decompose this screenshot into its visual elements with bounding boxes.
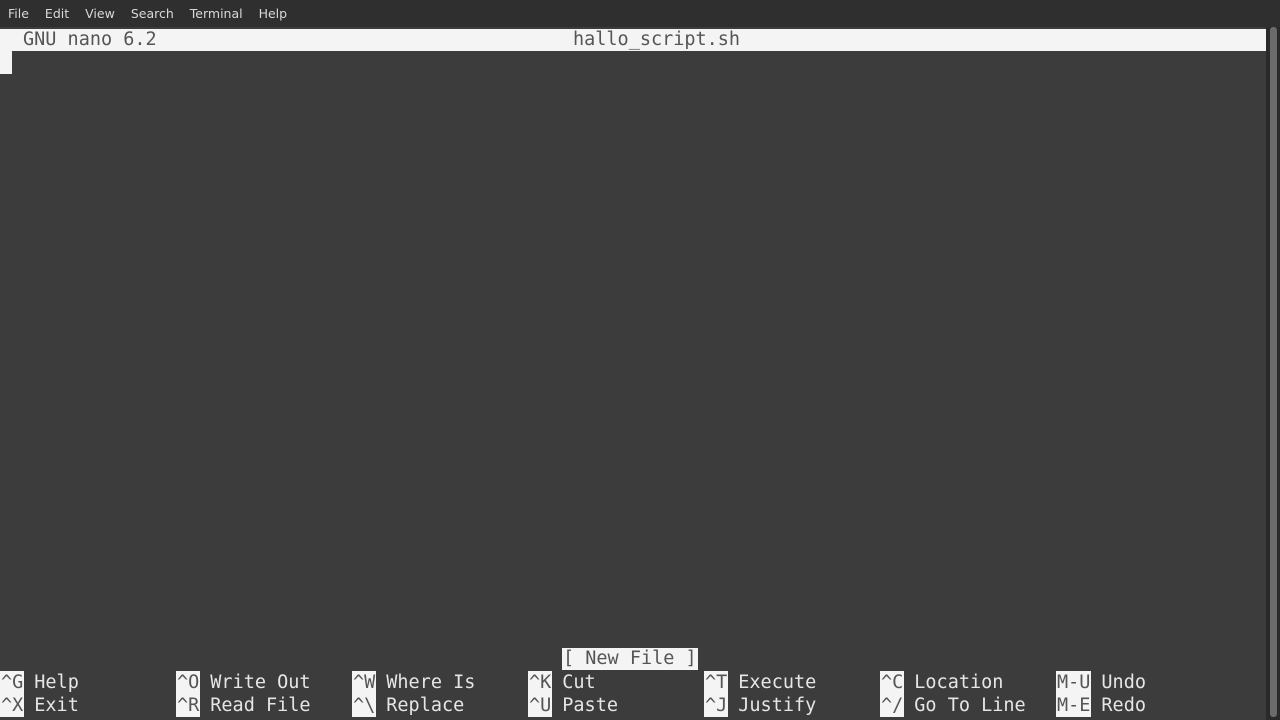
status-message: [ New File ] — [562, 648, 698, 670]
shortcut-label: Read File — [210, 695, 311, 716]
shortcut-label: Undo — [1101, 672, 1146, 693]
shortcut-key: ^J — [704, 694, 729, 717]
shortcut-label: Write Out — [210, 672, 311, 693]
shortcut-key: ^U — [528, 694, 553, 717]
shortcut-location[interactable]: ^C Location — [880, 671, 1003, 694]
terminal-scrollbar[interactable] — [1266, 27, 1280, 720]
shortcut-paste[interactable]: ^U Paste — [528, 694, 618, 717]
shortcut-label: Exit — [34, 695, 79, 716]
shortcut-where-is[interactable]: ^W Where Is — [352, 671, 475, 694]
terminal-window: File Edit View Search Terminal Help GNU … — [0, 0, 1280, 720]
shortcut-justify[interactable]: ^J Justify — [704, 694, 816, 717]
nano-title-bar: GNU nano 6.2 hallo_script.sh — [0, 29, 1266, 51]
shortcut-go-to-line[interactable]: ^/ Go To Line — [880, 694, 1026, 717]
menu-edit[interactable]: Edit — [37, 6, 77, 21]
nano-version: GNU nano 6.2 — [23, 29, 157, 50]
shortcut-key: ^C — [880, 671, 905, 694]
shortcut-key: M-U — [1056, 671, 1092, 694]
shortcut-key: ^O — [176, 671, 201, 694]
shortcut-key: ^W — [352, 671, 377, 694]
shortcut-read-file[interactable]: ^R Read File — [176, 694, 311, 717]
shortcut-label: Help — [34, 672, 79, 693]
shortcut-key: M-E — [1056, 694, 1092, 717]
menu-view[interactable]: View — [77, 6, 123, 21]
shortcut-key: ^/ — [880, 694, 905, 717]
shortcut-label: Redo — [1101, 695, 1146, 716]
shortcut-key: ^T — [704, 671, 729, 694]
shortcut-label: Cut — [562, 672, 596, 693]
terminal-area[interactable]: GNU nano 6.2 hallo_script.sh [ New File … — [0, 27, 1266, 720]
shortcut-key: ^K — [528, 671, 553, 694]
shortcut-bar: ^G Help ^X Exit ^O Write Out ^R Read File ^W… — [0, 671, 1266, 717]
shortcut-label: Paste — [562, 695, 618, 716]
shortcut-help[interactable]: ^G Help — [0, 671, 79, 694]
shortcut-execute[interactable]: ^T Execute — [704, 671, 816, 694]
shortcut-undo[interactable]: M-U Undo — [1056, 671, 1146, 694]
menubar: File Edit View Search Terminal Help — [0, 0, 1280, 27]
shortcut-label: Execute — [738, 672, 817, 693]
shortcut-label: Replace — [386, 695, 465, 716]
menu-file[interactable]: File — [0, 6, 37, 21]
shortcut-label: Go To Line — [914, 695, 1026, 716]
shortcut-key: ^\ — [352, 694, 377, 717]
shortcut-key: ^R — [176, 694, 201, 717]
scrollbar-thumb[interactable] — [1270, 27, 1277, 717]
file-name: hallo_script.sh — [573, 29, 741, 50]
shortcut-key: ^X — [0, 694, 25, 717]
menu-help[interactable]: Help — [251, 6, 296, 21]
shortcut-label: Where Is — [386, 672, 476, 693]
text-cursor — [0, 51, 12, 74]
shortcut-replace[interactable]: ^\ Replace — [352, 694, 464, 717]
shortcut-key: ^G — [0, 671, 25, 694]
shortcut-exit[interactable]: ^X Exit — [0, 694, 79, 717]
menu-terminal[interactable]: Terminal — [182, 6, 251, 21]
shortcut-redo[interactable]: M-E Redo — [1056, 694, 1146, 717]
shortcut-label: Justify — [738, 695, 817, 716]
shortcut-write-out[interactable]: ^O Write Out — [176, 671, 311, 694]
menu-search[interactable]: Search — [123, 6, 182, 21]
shortcut-cut[interactable]: ^K Cut — [528, 671, 596, 694]
shortcut-label: Location — [914, 672, 1004, 693]
